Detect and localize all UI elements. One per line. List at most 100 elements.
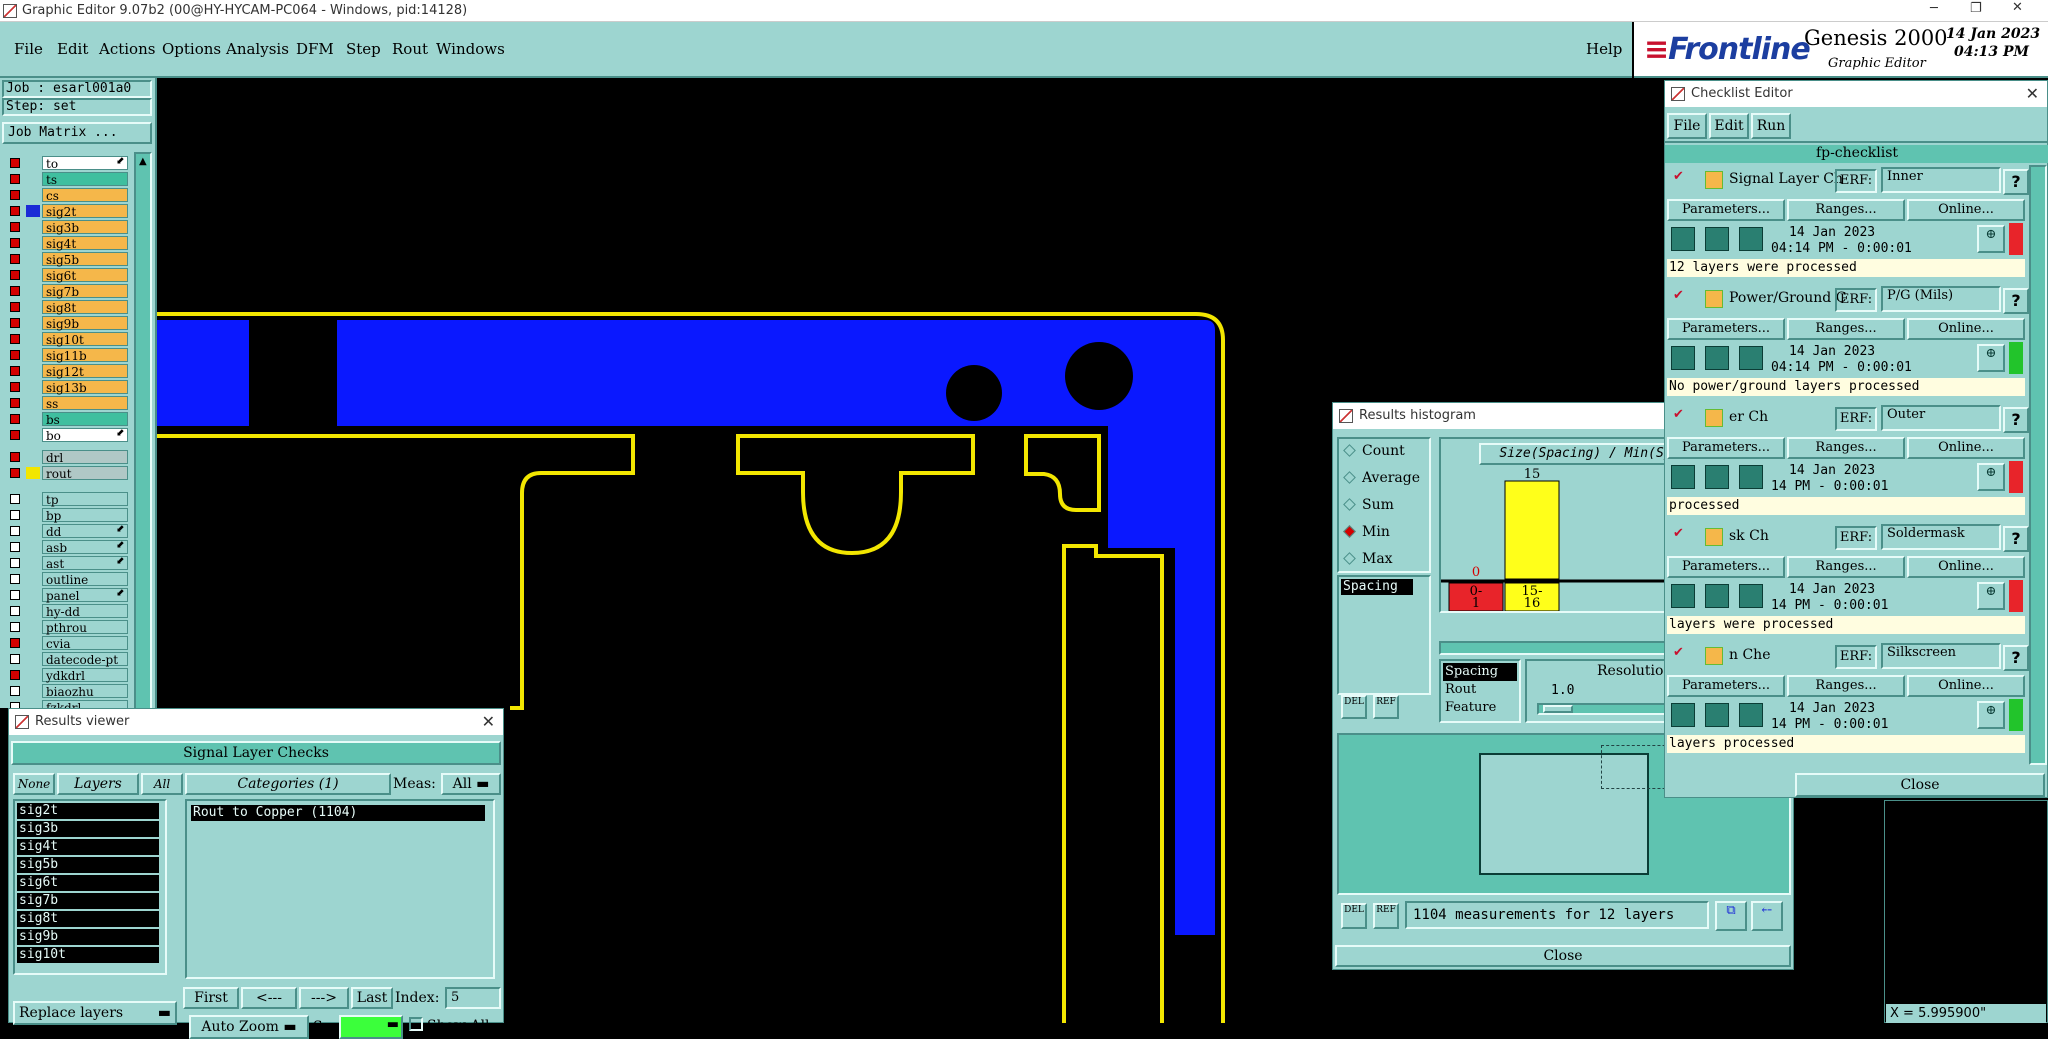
layer-checkbox[interactable] [10,318,20,328]
ref-button[interactable]: REF [1373,695,1399,719]
layer-row-sig6t[interactable]: sig6t [6,268,128,283]
parameters-button[interactable]: Parameters... [1667,199,1785,221]
zoom-results-icon[interactable]: ⊕ [1977,225,2005,253]
layer-checkbox[interactable] [10,174,20,184]
layer-row-ast[interactable]: ast ⬋ [6,556,128,571]
radio-icon[interactable] [1343,552,1356,565]
menu-edit[interactable]: Edit [57,40,88,58]
layer-checkbox[interactable] [10,350,20,360]
check-icon[interactable]: ✔ [1673,169,1684,184]
parameters-button[interactable]: Parameters... [1667,437,1785,459]
help-button[interactable]: ? [2003,169,2029,195]
sv-color-dropdown[interactable]: ▬ [339,1015,403,1039]
layer-checkbox[interactable] [10,526,20,536]
layer-row-cs[interactable]: cs [6,188,128,203]
run-icon[interactable] [1671,703,1695,727]
prev-button[interactable]: <--- [241,987,297,1009]
ranges-button[interactable]: Ranges... [1787,556,1905,578]
run-icon[interactable] [1705,227,1729,251]
layer-row-sig8t[interactable]: sig8t [6,300,128,315]
ranges-button[interactable]: Ranges... [1787,318,1905,340]
close-icon[interactable]: ✕ [482,709,495,735]
online-button[interactable]: Online... [1907,318,2025,340]
run-icon[interactable] [1739,227,1763,251]
last-button[interactable]: Last [351,987,393,1009]
erf-field[interactable]: Soldermask [1881,524,2001,550]
checklist-menu-file[interactable]: File [1667,113,1707,139]
layer-checkbox[interactable] [10,254,20,264]
category-results-list[interactable]: Rout to Copper (1104) [185,799,495,979]
measurement-type-list[interactable]: Spacing [1337,575,1431,695]
menu-dfm[interactable]: DFM [296,40,334,58]
menu-windows[interactable]: Windows [436,40,505,58]
layers-button[interactable]: Layers [57,773,139,795]
layer-checkbox[interactable] [10,382,20,392]
layer-row-cvia[interactable]: cvia [6,636,128,651]
replace-layers-dropdown[interactable]: Replace layers ▬ [13,1001,177,1025]
layer-checkbox[interactable] [10,366,20,376]
layer-checkbox[interactable] [10,302,20,312]
help-button[interactable]: ? [2003,526,2029,552]
run-icon[interactable] [1671,227,1695,251]
layer-row-drl[interactable]: drl [6,450,128,465]
zoom-results-icon[interactable]: ⊕ [1977,701,2005,729]
layer-results-list[interactable]: sig2t sig3b sig4t sig5b sig6t sig7b sig8t sig9b… [13,799,167,975]
parameters-button[interactable]: Parameters... [1667,318,1785,340]
menu-rout[interactable]: Rout [392,40,428,58]
layer-row-bs[interactable]: bs [6,412,128,427]
checklist-scrollbar[interactable] [2029,165,2047,765]
layer-row-sig13b[interactable]: sig13b [6,380,128,395]
layer-checkbox[interactable] [10,190,20,200]
ranges-button[interactable]: Ranges... [1787,199,1905,221]
run-icon[interactable] [1739,465,1763,489]
layer-row-asb[interactable]: asb ⬋ [6,540,128,555]
layer-row-to[interactable]: to ⬋ [6,156,128,171]
index-input[interactable]: 5 [445,987,501,1009]
menu-options[interactable]: Options [162,40,221,58]
check-icon[interactable]: ✔ [1673,645,1684,660]
layer-row-rout[interactable]: rout [6,466,128,481]
layer-checkbox[interactable] [10,542,20,552]
option-sum[interactable]: Sum [1343,497,1394,513]
checklist-menu-edit[interactable]: Edit [1709,113,1749,139]
run-icon[interactable] [1739,346,1763,370]
list-item[interactable]: sig4t [17,839,159,855]
layer-checkbox[interactable] [10,222,20,232]
layer-checkbox[interactable] [10,510,20,520]
layer-checkbox[interactable] [10,206,20,216]
layer-checkbox[interactable] [10,398,20,408]
check-icon[interactable]: ✔ [1673,526,1684,541]
layer-checkbox[interactable] [10,238,20,248]
next-button[interactable]: ---> [299,987,349,1009]
layer-scrollbar[interactable]: ▲ [134,152,152,712]
layer-checkbox[interactable] [10,334,20,344]
type-item[interactable]: Rout [1443,681,1517,699]
erf-field[interactable]: Silkscreen [1881,643,2001,669]
layer-checkbox[interactable] [10,270,20,280]
layer-row-sig12t[interactable]: sig12t [6,364,128,379]
list-item[interactable]: sig2t [17,803,159,819]
type-item[interactable]: Feature [1443,699,1517,717]
parameters-button[interactable]: Parameters... [1667,675,1785,697]
option-count[interactable]: Count [1343,443,1405,459]
layer-row-sig9b[interactable]: sig9b [6,316,128,331]
layer-checkbox[interactable] [10,158,20,168]
run-icon[interactable] [1739,584,1763,608]
run-icon[interactable] [1705,703,1729,727]
menu-file[interactable]: File [14,40,43,58]
type-item[interactable]: Spacing [1443,663,1517,681]
radio-icon[interactable] [1343,471,1356,484]
del-button[interactable]: DEL [1341,903,1367,929]
ref-button[interactable]: REF [1373,903,1399,929]
layer-checkbox[interactable] [10,654,20,664]
layer-row-pthrou[interactable]: pthrou [6,620,128,635]
layer-checkbox[interactable] [10,494,20,504]
menu-help[interactable]: Help [1586,40,1622,58]
histogram-close-button[interactable]: Close [1335,945,1791,967]
list-item[interactable]: sig7b [17,893,159,909]
categories-button[interactable]: Categories (1) [185,773,391,795]
show-all-checkbox[interactable] [409,1017,423,1031]
layer-checkbox[interactable] [10,622,20,632]
layer-row-sig4t[interactable]: sig4t [6,236,128,251]
layer-row-datecode-pt[interactable]: datecode-pt [6,652,128,667]
